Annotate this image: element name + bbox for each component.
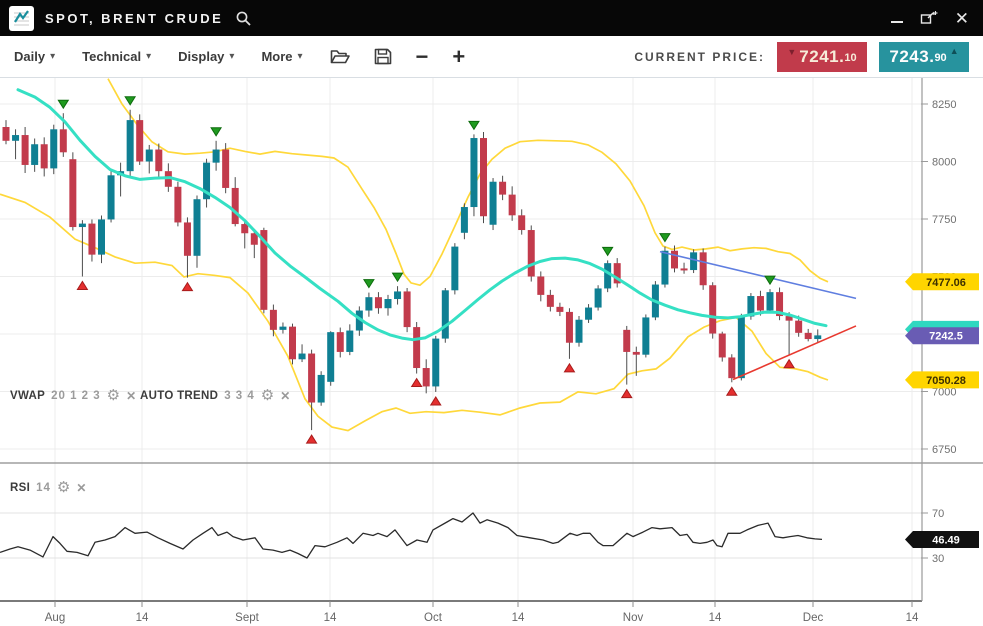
display-dropdown[interactable]: Display — [178, 49, 234, 64]
sell-signal-icon — [364, 280, 374, 288]
buy-signal-icon — [622, 390, 632, 398]
svg-text:46.49: 46.49 — [932, 534, 960, 546]
chart-canvas[interactable]: 82508000775075007250700067507030Aug14Sep… — [0, 78, 983, 626]
arrow-up-icon — [950, 46, 959, 56]
more-dropdown[interactable]: More — [261, 49, 302, 64]
zoom-out-button[interactable] — [416, 47, 429, 67]
popout-window-button[interactable] — [920, 10, 938, 26]
search-icon[interactable] — [235, 10, 252, 27]
rsi-value-tag: 46.49 — [905, 531, 979, 548]
arrow-down-icon — [787, 47, 796, 57]
svg-text:8250: 8250 — [932, 99, 956, 111]
svg-text:Nov: Nov — [623, 612, 644, 624]
save-icon[interactable] — [374, 48, 392, 65]
svg-text:14: 14 — [324, 612, 337, 624]
buy-signal-icon — [77, 281, 87, 289]
toolbar: Daily Technical Display More CURRENT PRI… — [0, 36, 983, 78]
svg-text:7242.5: 7242.5 — [929, 331, 963, 343]
last-close-tag: 7242.5 — [905, 327, 979, 344]
close-icon[interactable]: ✕ — [955, 10, 969, 27]
auto-trend-resistance — [660, 252, 856, 299]
vwap-legend: VWAP 20 1 2 3 — [10, 389, 136, 403]
svg-text:Oct: Oct — [424, 612, 443, 624]
upper-band-tag: 7477.06 — [905, 273, 979, 290]
technical-dropdown[interactable]: Technical — [82, 49, 151, 64]
sell-signal-icon — [765, 276, 775, 284]
sell-signal-icon — [211, 128, 221, 136]
svg-text:7750: 7750 — [932, 214, 956, 226]
chevron-down-icon — [229, 51, 234, 62]
svg-text:7050.28: 7050.28 — [926, 375, 966, 387]
sell-signal-icon — [469, 121, 479, 129]
current-price-label: CURRENT PRICE: — [634, 50, 765, 64]
close-icon[interactable] — [76, 481, 86, 495]
buy-signal-icon — [431, 397, 441, 405]
upper-band-line — [108, 79, 828, 286]
ask-price-badge[interactable]: 7243. 90 — [879, 42, 969, 72]
close-icon[interactable] — [126, 389, 136, 403]
buy-signal-icon — [307, 435, 317, 443]
close-icon[interactable] — [280, 389, 290, 403]
minimize-button[interactable] — [891, 13, 903, 23]
svg-text:70: 70 — [932, 508, 944, 520]
candles-layer — [3, 110, 822, 430]
window-controls: ✕ — [891, 10, 983, 27]
svg-text:6750: 6750 — [932, 444, 956, 456]
svg-text:Dec: Dec — [803, 612, 824, 624]
zoom-in-button[interactable] — [452, 47, 465, 67]
chevron-down-icon — [298, 51, 303, 62]
trendlines-layer — [660, 252, 856, 380]
timeframe-dropdown[interactable]: Daily — [14, 49, 55, 64]
buy-signal-icon — [784, 360, 794, 368]
sell-signal-icon — [660, 234, 670, 242]
page-title: SPOT, BRENT CRUDE — [45, 11, 223, 26]
sell-signal-icon — [603, 247, 613, 255]
rsi-line — [0, 513, 822, 558]
title-bar: SPOT, BRENT CRUDE ✕ — [0, 0, 983, 36]
chevron-down-icon — [50, 51, 55, 62]
bid-price-badge[interactable]: 7241. 10 — [777, 42, 867, 72]
auto-trend-legend: AUTO TREND 3 3 4 — [140, 389, 290, 403]
lower-band-tag: 7050.28 — [905, 371, 979, 388]
price-tags-layer: 7477.06 7242.5 7050.28 46.49 — [905, 273, 979, 548]
open-folder-icon[interactable] — [330, 48, 350, 65]
svg-text:14: 14 — [906, 612, 919, 624]
chevron-down-icon — [146, 51, 151, 62]
svg-text:7477.06: 7477.06 — [926, 277, 966, 289]
svg-text:Sept: Sept — [235, 612, 259, 624]
buy-signal-icon — [564, 364, 574, 372]
svg-text:8000: 8000 — [932, 156, 956, 168]
rsi-layer — [0, 513, 822, 558]
svg-text:30: 30 — [932, 553, 944, 565]
gear-icon[interactable] — [261, 389, 274, 403]
buy-signal-icon — [182, 283, 192, 291]
svg-text:14: 14 — [512, 612, 525, 624]
gear-icon[interactable] — [57, 481, 70, 495]
sell-signal-icon — [393, 273, 403, 281]
buy-signal-icon — [412, 379, 422, 387]
svg-text:14: 14 — [709, 612, 722, 624]
rsi-legend: RSI 14 — [10, 481, 86, 495]
svg-text:14: 14 — [136, 612, 149, 624]
gear-icon[interactable] — [107, 389, 120, 403]
svg-text:Aug: Aug — [45, 612, 65, 624]
app-logo-icon — [9, 6, 34, 31]
